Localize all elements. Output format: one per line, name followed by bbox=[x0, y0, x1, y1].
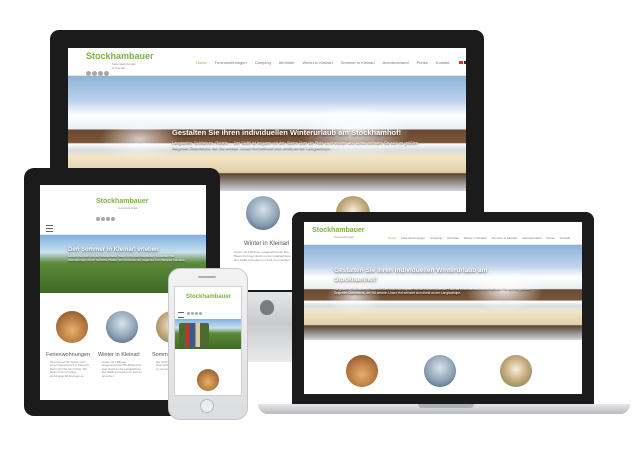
laptop-nav-winter[interactable]: Winter in Kleinarl bbox=[464, 236, 487, 240]
laptop-hero-title-2: Stockhamhof! bbox=[334, 276, 378, 283]
laptop-room-thumb[interactable] bbox=[346, 355, 378, 387]
tablet-brand-logo[interactable]: Stockhambauer bbox=[96, 198, 149, 205]
tablet-brand-dots-icon bbox=[96, 208, 115, 226]
laptop-notch bbox=[418, 404, 474, 408]
laptop-nav-camping[interactable]: Camping bbox=[430, 236, 442, 240]
tablet-hero-title: Den Sommer in Kleinarl erleben bbox=[68, 247, 159, 253]
nav-ferienwohnungen[interactable]: Ferienwohnungen bbox=[215, 60, 247, 65]
nav-winter[interactable]: Winter in Kleinarl bbox=[303, 60, 333, 65]
laptop-hero-title: Gestalten Sie ihren individuellen Winter… bbox=[334, 267, 488, 274]
laptop-nav: Home Ferienwohnungen Camping Almhütte Wi… bbox=[388, 236, 570, 240]
language-flags-icon[interactable] bbox=[458, 60, 466, 65]
nav-home[interactable]: Home bbox=[196, 60, 207, 65]
desktop-header: Stockhambauer Ferienwohnungen in Kleinar… bbox=[68, 48, 466, 76]
tablet-item-text: Unser mit 4 Blumen ausgezeichneter Bio-B… bbox=[102, 360, 142, 378]
tablet-brand-tagline: Ferienwohnungen bbox=[118, 207, 139, 210]
desktop-hero-text: Langlaufen, Schifahren, Rodeln ... Der S… bbox=[172, 140, 419, 150]
laptop-nav-sommer[interactable]: Sommer in Kleinarl bbox=[492, 236, 517, 240]
phone-home-button[interactable] bbox=[200, 399, 214, 413]
laptop-screen: Stockhambauer Ferienwohnungen Home Ferie… bbox=[304, 222, 582, 394]
laptop-nav-kontakt[interactable]: Kontakt bbox=[560, 236, 570, 240]
phone-screen: Stockhambauer bbox=[174, 286, 242, 396]
phone-brand-dots-icon bbox=[187, 302, 202, 320]
tablet-item-title: Ferienwohnungen bbox=[46, 352, 91, 358]
phone-speaker bbox=[198, 276, 216, 278]
brand-tagline-2: in Kleinarl bbox=[112, 66, 126, 70]
desktop-nav: Home Ferienwohnungen Camping Almhütte Wi… bbox=[196, 60, 466, 65]
desktop-section-title: Winter in Kleinarl bbox=[244, 241, 290, 247]
nav-kontakt[interactable]: Kontakt bbox=[436, 60, 450, 65]
brand-logo[interactable]: Stockhambauer bbox=[86, 51, 154, 61]
tablet-hero-text: Lassen Sie sich von der Wasserfaller Nat… bbox=[68, 254, 186, 262]
tablet-item-text: Sind Sie auf der Suche nach einem Appart… bbox=[50, 360, 89, 378]
desktop-winter-thumb[interactable] bbox=[246, 196, 280, 230]
phone-menu-icon[interactable] bbox=[178, 312, 184, 318]
tablet-room-thumb[interactable] bbox=[56, 311, 88, 343]
laptop-nav-almhuette[interactable]: Almhütte bbox=[447, 236, 459, 240]
laptop-nav-ferienwohnungen[interactable]: Ferienwohnungen bbox=[401, 236, 425, 240]
tablet-menu-icon[interactable] bbox=[46, 225, 53, 232]
laptop-brand-tagline: Ferienwohnungen bbox=[334, 236, 355, 239]
tablet-winter-thumb[interactable] bbox=[106, 311, 138, 343]
desktop-section-text: Unser mit 4 Blumen ausgezeichneter Bio-B… bbox=[234, 250, 292, 262]
nav-preise[interactable]: Preise bbox=[417, 60, 428, 65]
desktop-hero-title: Gestalten Sie ihren individuellen Winter… bbox=[172, 128, 402, 137]
apple-logo-icon bbox=[260, 300, 274, 315]
nav-abenteuerland[interactable]: Abenteuerland bbox=[383, 60, 409, 65]
tablet-item-title: Winter in Kleinarl bbox=[98, 352, 140, 358]
laptop-nav-home[interactable]: Home bbox=[388, 236, 396, 240]
laptop-nav-abenteuerland[interactable]: Abenteuerland bbox=[522, 236, 542, 240]
laptop-brand-logo[interactable]: Stockhambauer bbox=[312, 227, 365, 234]
phone-brand-logo[interactable]: Stockhambauer bbox=[186, 294, 231, 300]
laptop-hero-text: Langlaufen, Schifahren, Rodeln ... Der S… bbox=[334, 287, 531, 295]
laptop-winter-thumb[interactable] bbox=[424, 355, 456, 387]
phone-people-image bbox=[179, 323, 209, 347]
nav-sommer[interactable]: Sommer in Kleinarl bbox=[341, 60, 375, 65]
laptop-house-thumb[interactable] bbox=[500, 355, 532, 387]
phone-room-thumb[interactable] bbox=[197, 369, 219, 391]
laptop-nav-preise[interactable]: Preise bbox=[546, 236, 555, 240]
nav-camping[interactable]: Camping bbox=[255, 60, 271, 65]
nav-almhuette[interactable]: Almhütte bbox=[279, 60, 295, 65]
